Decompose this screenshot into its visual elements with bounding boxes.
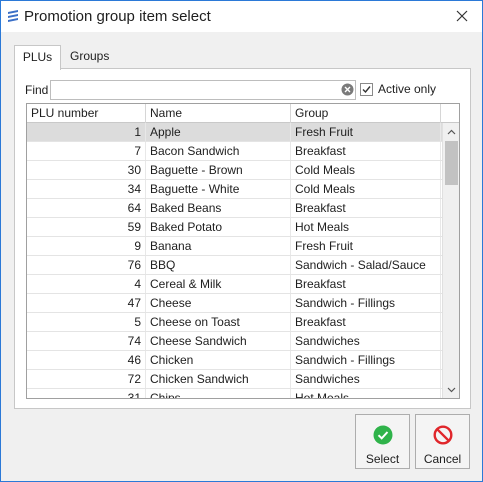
cell-plu-number: 5 [27, 313, 146, 331]
table-row[interactable]: 5 Cheese on Toast Breakfast [27, 313, 442, 332]
cell-group: Sandwiches [291, 332, 441, 350]
clear-search-icon[interactable] [341, 83, 354, 96]
cell-name: Baguette - White [146, 180, 291, 198]
dialog-window: Promotion group item select PLUs Groups … [0, 0, 483, 482]
active-only-label: Active only [378, 82, 437, 96]
cell-group: Hot Meals [291, 218, 441, 236]
cancel-button[interactable]: Cancel [415, 414, 470, 469]
cell-plu-number: 7 [27, 142, 146, 160]
grid-header: PLU number Name Group [27, 104, 459, 123]
cancel-button-label: Cancel [423, 452, 462, 466]
cell-group: Breakfast [291, 275, 441, 293]
cell-name: Apple [146, 123, 291, 141]
cell-group: Fresh Fruit [291, 123, 441, 141]
cell-plu-number: 31 [27, 389, 146, 398]
scroll-down-button[interactable] [443, 381, 459, 398]
plu-grid: PLU number Name Group 1 Apple Fresh Fruit 7… [26, 103, 460, 399]
table-row[interactable]: 4 Cereal & Milk Breakfast [27, 275, 442, 294]
chevron-down-icon [447, 387, 456, 392]
select-button-label: Select [365, 452, 400, 466]
cell-plu-number: 9 [27, 237, 146, 255]
active-only-toggle[interactable]: Active only [360, 82, 436, 96]
cell-name: Chicken [146, 351, 291, 369]
scroll-up-button[interactable] [443, 123, 459, 140]
cell-plu-number: 4 [27, 275, 146, 293]
table-row[interactable]: 59 Baked Potato Hot Meals [27, 218, 442, 237]
cell-group: Fresh Fruit [291, 237, 441, 255]
column-header-group[interactable]: Group [291, 104, 441, 123]
checkmark-circle-icon [373, 425, 392, 445]
cell-name: BBQ [146, 256, 291, 274]
cell-group: Breakfast [291, 313, 441, 331]
tab-plus[interactable]: PLUs [14, 45, 61, 70]
column-header-name[interactable]: Name [146, 104, 291, 123]
close-button[interactable] [447, 2, 477, 30]
cell-group: Sandwiches [291, 370, 441, 388]
plus-tab-panel: Find Active only PLU number Name Group 1… [14, 68, 471, 409]
cell-plu-number: 72 [27, 370, 146, 388]
table-row[interactable]: 31 Chips Hot Meals [27, 389, 442, 398]
cell-name: Cheese Sandwich [146, 332, 291, 350]
vertical-scrollbar[interactable] [442, 123, 459, 398]
tab-groups[interactable]: Groups [62, 45, 112, 69]
cell-name: Chicken Sandwich [146, 370, 291, 388]
cell-name: Banana [146, 237, 291, 255]
chevron-up-icon [447, 129, 456, 134]
table-row[interactable]: 47 Cheese Sandwich - Fillings [27, 294, 442, 313]
app-logo-icon [8, 10, 18, 22]
cell-name: Baked Beans [146, 199, 291, 217]
table-row[interactable]: 64 Baked Beans Breakfast [27, 199, 442, 218]
cell-group: Sandwich - Fillings [291, 351, 441, 369]
cell-plu-number: 64 [27, 199, 146, 217]
cell-plu-number: 76 [27, 256, 146, 274]
find-input[interactable] [50, 80, 356, 100]
select-button[interactable]: Select [355, 414, 410, 469]
window-title: Promotion group item select [24, 8, 211, 25]
cell-name: Chips [146, 389, 291, 398]
table-row[interactable]: 74 Cheese Sandwich Sandwiches [27, 332, 442, 351]
prohibited-icon [432, 425, 453, 445]
cell-plu-number: 34 [27, 180, 146, 198]
title-bar: Promotion group item select [1, 1, 482, 32]
cell-group: Breakfast [291, 199, 441, 217]
cell-group: Cold Meals [291, 161, 441, 179]
cell-group: Sandwich - Fillings [291, 294, 441, 312]
cell-name: Cheese on Toast [146, 313, 291, 331]
cell-plu-number: 1 [27, 123, 146, 141]
table-row[interactable]: 46 Chicken Sandwich - Fillings [27, 351, 442, 370]
table-row[interactable]: 7 Bacon Sandwich Breakfast [27, 142, 442, 161]
table-row[interactable]: 72 Chicken Sandwich Sandwiches [27, 370, 442, 389]
cell-name: Baked Potato [146, 218, 291, 236]
find-label: Find [25, 83, 49, 97]
table-row[interactable]: 9 Banana Fresh Fruit [27, 237, 442, 256]
cell-group: Cold Meals [291, 180, 441, 198]
tab-strip: PLUs Groups [14, 45, 471, 70]
cell-plu-number: 47 [27, 294, 146, 312]
active-only-checkbox[interactable] [360, 82, 373, 96]
table-row[interactable]: 76 BBQ Sandwich - Salad/Sauce [27, 256, 442, 275]
cell-plu-number: 59 [27, 218, 146, 236]
table-row[interactable]: 1 Apple Fresh Fruit [27, 123, 442, 142]
cell-plu-number: 30 [27, 161, 146, 179]
table-row[interactable]: 30 Baguette - Brown Cold Meals [27, 161, 442, 180]
cell-plu-number: 74 [27, 332, 146, 350]
grid-rows: 1 Apple Fresh Fruit 7 Bacon Sandwich Breakfas… [27, 123, 442, 398]
table-row[interactable]: 34 Baguette - White Cold Meals [27, 180, 442, 199]
checkmark-icon [362, 85, 371, 93]
cell-name: Cereal & Milk [146, 275, 291, 293]
cell-name: Bacon Sandwich [146, 142, 291, 160]
close-icon [456, 10, 468, 22]
cell-group: Sandwich - Salad/Sauce [291, 256, 441, 274]
cell-plu-number: 46 [27, 351, 146, 369]
scrollbar-thumb[interactable] [445, 141, 458, 185]
cell-group: Hot Meals [291, 389, 441, 398]
column-header-plu-number[interactable]: PLU number [27, 104, 146, 123]
cell-name: Cheese [146, 294, 291, 312]
cell-group: Breakfast [291, 142, 441, 160]
cell-name: Baguette - Brown [146, 161, 291, 179]
